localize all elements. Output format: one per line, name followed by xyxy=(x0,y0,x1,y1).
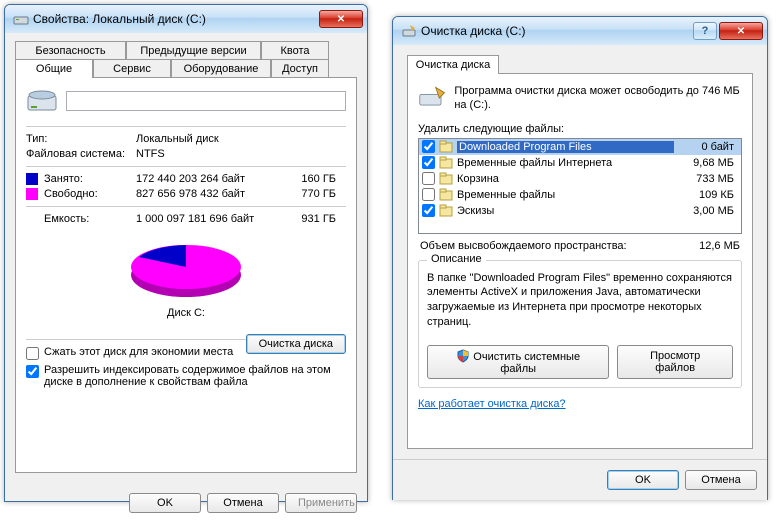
cap-gb: 931 ГБ xyxy=(281,213,336,225)
titlebar[interactable]: Свойства: Локальный диск (C:) ✕ xyxy=(5,5,367,33)
ok-button[interactable]: OK xyxy=(607,470,679,490)
free-swatch xyxy=(26,188,38,200)
file-name: Downloaded Program Files xyxy=(457,141,674,153)
free-bytes: 827 656 978 432 байт xyxy=(136,188,281,200)
file-size: 3,00 МБ xyxy=(678,205,738,217)
tab-general[interactable]: Общие xyxy=(15,59,93,78)
disk-cleanup-button[interactable]: Очистка диска xyxy=(246,334,346,354)
drive-icon xyxy=(13,11,29,27)
file-type-icon xyxy=(439,204,453,218)
tabs-row-top: Безопасность Предыдущие версии Квота xyxy=(15,41,357,60)
info-text: Программа очистки диска может освободить… xyxy=(454,84,742,113)
tab-previous-versions[interactable]: Предыдущие версии xyxy=(126,41,261,60)
file-type-icon xyxy=(439,172,453,186)
file-name: Корзина xyxy=(457,173,674,185)
properties-window: Свойства: Локальный диск (C:) ✕ Безопасн… xyxy=(4,4,368,502)
apply-button[interactable]: Применить xyxy=(285,493,357,513)
file-size: 9,68 МБ xyxy=(678,157,738,169)
tab-cleanup[interactable]: Очистка диска xyxy=(407,55,499,74)
file-name: Эскизы xyxy=(457,205,674,217)
close-button[interactable]: ✕ xyxy=(719,22,763,40)
cancel-button[interactable]: Отмена xyxy=(685,470,757,490)
file-checkbox[interactable] xyxy=(422,156,435,169)
window-title: Свойства: Локальный диск (C:) xyxy=(33,12,319,26)
clean-system-files-button[interactable]: Очистить системные файлы xyxy=(427,345,609,379)
titlebar[interactable]: Очистка диска (C:) ? ✕ xyxy=(393,17,767,45)
cleanup-window: Очистка диска (C:) ? ✕ Очистка диска Про… xyxy=(392,16,768,500)
cancel-button[interactable]: Отмена xyxy=(207,493,279,513)
tab-tools[interactable]: Сервис xyxy=(93,59,171,78)
file-checkbox[interactable] xyxy=(422,204,435,217)
description-text: В папке "Downloaded Program Files" време… xyxy=(427,271,733,331)
file-type-icon xyxy=(439,140,453,154)
file-row[interactable]: Downloaded Program Files 0 байт xyxy=(419,139,741,155)
window-title: Очистка диска (C:) xyxy=(421,24,693,38)
index-label: Разрешить индексировать содержимое файло… xyxy=(44,364,346,388)
file-checkbox[interactable] xyxy=(422,140,435,153)
file-checkbox[interactable] xyxy=(422,172,435,185)
tab-content: Программа очистки диска может освободить… xyxy=(407,73,753,449)
compress-label: Сжать этот диск для экономии места xyxy=(44,346,233,358)
used-gb: 160 ГБ xyxy=(281,173,336,185)
drive-large-icon xyxy=(26,88,58,114)
tab-quota[interactable]: Квота xyxy=(261,41,329,60)
tabs-row-bottom: Общие Сервис Оборудование Доступ xyxy=(15,59,357,78)
file-checkbox[interactable] xyxy=(422,188,435,201)
pie-chart xyxy=(121,235,251,305)
used-bytes: 172 440 203 264 байт xyxy=(136,173,281,185)
disk-label: Диск C: xyxy=(26,307,346,319)
file-row[interactable]: Временные файлы Интернета 9,68 МБ xyxy=(419,155,741,171)
file-size: 109 КБ xyxy=(678,189,738,201)
free-label: Свободно: xyxy=(44,188,98,200)
shield-icon xyxy=(456,349,470,363)
file-name: Временные файлы Интернета xyxy=(457,157,674,169)
file-type-icon xyxy=(439,156,453,170)
tab-security[interactable]: Безопасность xyxy=(15,41,126,60)
volume-label-input[interactable] xyxy=(66,91,346,111)
free-gb: 770 ГБ xyxy=(281,188,336,200)
compress-checkbox[interactable] xyxy=(26,347,39,360)
ok-button[interactable]: OK xyxy=(129,493,201,513)
file-type-icon xyxy=(439,188,453,202)
used-label: Занято: xyxy=(44,173,83,185)
total-value: 12,6 МБ xyxy=(699,240,740,252)
description-title: Описание xyxy=(427,253,486,265)
cleanup-large-icon xyxy=(418,84,446,112)
file-name: Временные файлы xyxy=(457,189,674,201)
view-files-button[interactable]: Просмотр файлов xyxy=(617,345,733,379)
file-list[interactable]: Downloaded Program Files 0 байт Временные … xyxy=(418,138,742,234)
delete-label: Удалить следующие файлы: xyxy=(418,123,742,135)
file-row[interactable]: Эскизы 3,00 МБ xyxy=(419,203,741,219)
cap-label: Емкость: xyxy=(26,213,136,225)
file-size: 0 байт xyxy=(678,141,738,153)
close-button[interactable]: ✕ xyxy=(319,10,363,28)
file-size: 733 МБ xyxy=(678,173,738,185)
dialog-footer: OK Отмена Применить xyxy=(5,483,367,523)
used-swatch xyxy=(26,173,38,185)
file-row[interactable]: Корзина 733 МБ xyxy=(419,171,741,187)
fs-label: Файловая система: xyxy=(26,148,136,160)
tab-sharing[interactable]: Доступ xyxy=(271,59,329,78)
cap-bytes: 1 000 097 181 696 байт xyxy=(136,213,281,225)
fs-value: NTFS xyxy=(136,148,165,160)
help-button[interactable]: ? xyxy=(693,22,717,40)
tab-content: Тип:Локальный диск Файловая система:NTFS… xyxy=(15,77,357,473)
tab-hardware[interactable]: Оборудование xyxy=(171,59,271,78)
dialog-footer: OK Отмена xyxy=(393,459,767,500)
file-row[interactable]: Временные файлы 109 КБ xyxy=(419,187,741,203)
total-label: Объем высвобождаемого пространства: xyxy=(420,240,627,252)
type-label: Тип: xyxy=(26,133,136,145)
cleanup-icon xyxy=(401,23,417,39)
index-checkbox[interactable] xyxy=(26,365,39,378)
type-value: Локальный диск xyxy=(136,133,219,145)
how-it-works-link[interactable]: Как работает очистка диска? xyxy=(418,398,566,410)
description-group: Описание В папке "Downloaded Program Fil… xyxy=(418,260,742,388)
